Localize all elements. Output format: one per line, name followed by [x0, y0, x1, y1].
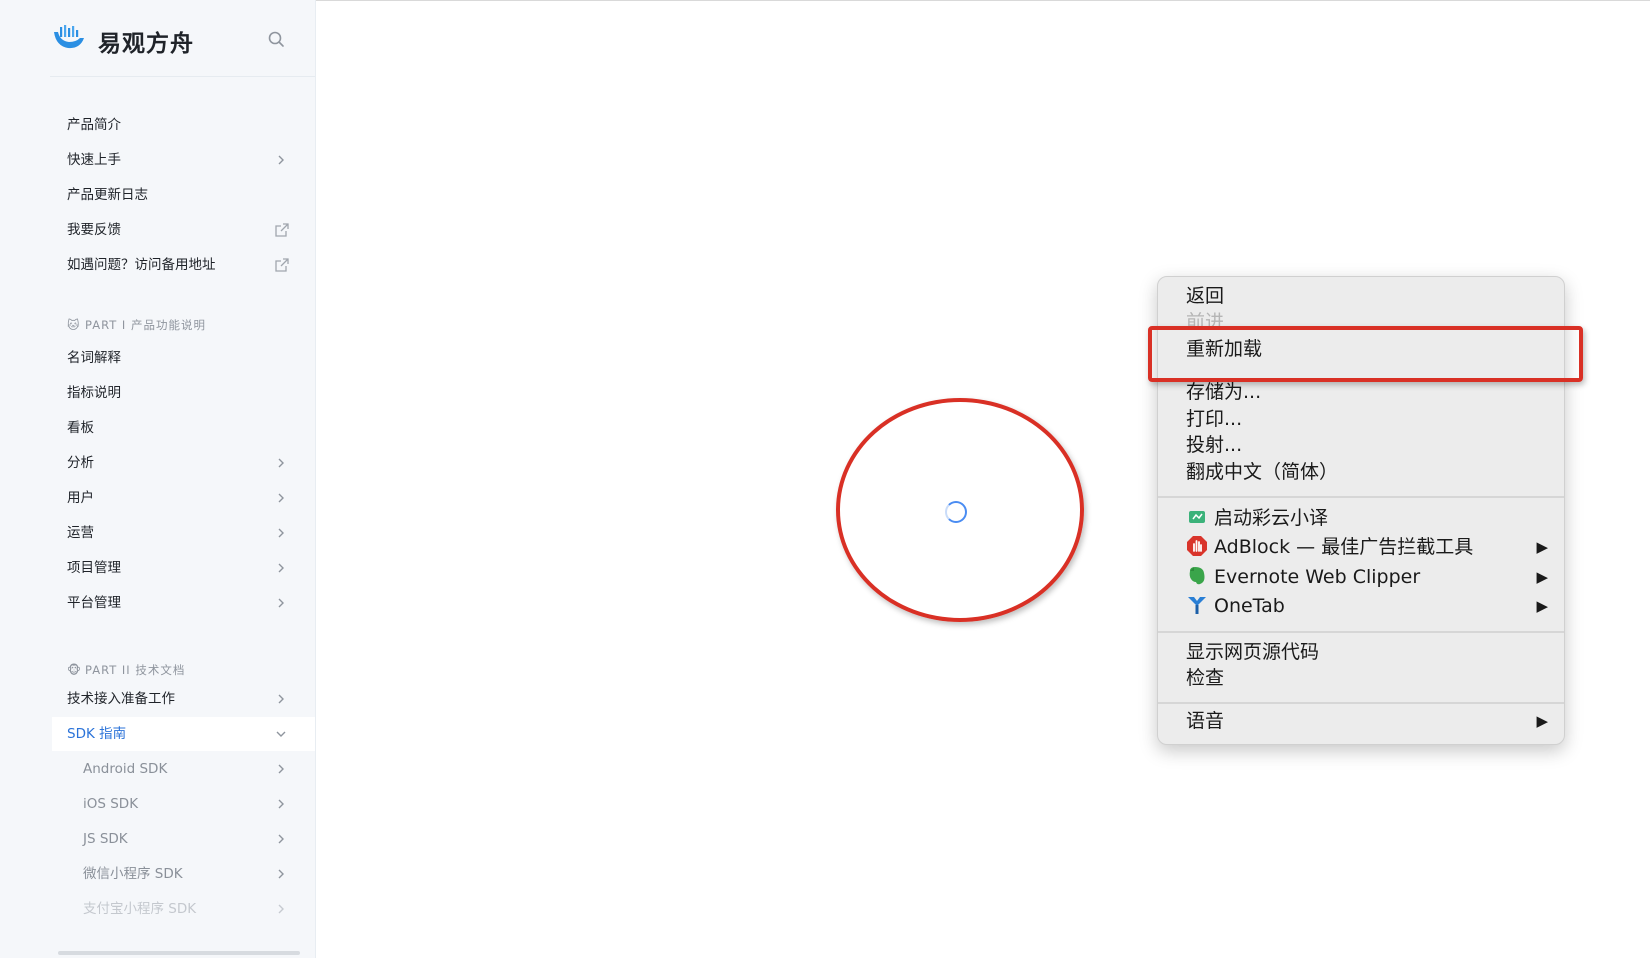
section-label: PART I 产品功能说明	[85, 318, 206, 332]
chevron-right-icon	[278, 458, 284, 468]
menu-separator	[1158, 702, 1564, 704]
sidebar-item-label: JS SDK	[83, 831, 128, 847]
caiyun-icon	[1189, 511, 1205, 523]
sidebar-item[interactable]: 名词解释	[52, 341, 315, 375]
whale-logo-icon	[54, 25, 84, 49]
chevron-right-icon	[278, 694, 284, 704]
sidebar-item[interactable]: 项目管理	[52, 551, 315, 585]
menu-item-save-as[interactable]: 存储为...	[1186, 379, 1261, 406]
submenu-arrow-icon: ▶	[1536, 712, 1548, 730]
sidebar-item[interactable]: 产品更新日志	[52, 178, 315, 212]
chevron-right-icon	[278, 155, 284, 165]
menu-item-adblock[interactable]: AdBlock — 最佳广告拦截工具	[1186, 534, 1536, 561]
menu-item-label: 启动彩云小译	[1214, 507, 1329, 529]
sidebar-item-label: 分析	[67, 455, 94, 471]
sidebar-item-label: 我要反馈	[67, 222, 121, 238]
sidebar-item-label: 支付宝小程序 SDK	[83, 901, 197, 917]
chevron-right-icon	[278, 799, 284, 809]
sidebar-item[interactable]: 分析	[52, 446, 315, 480]
menu-item-translate[interactable]: 翻成中文（简体）	[1186, 459, 1338, 486]
sidebar-item-label: 名词解释	[67, 350, 121, 366]
external-link-icon	[275, 258, 289, 272]
chevron-right-icon	[278, 598, 284, 608]
chevron-right-icon	[278, 493, 284, 503]
menu-item-back[interactable]: 返回	[1186, 283, 1224, 310]
sidebar: 易观方舟 产品简介快速上手产品更新日志 我要反馈如遇问题？访问备用地址 🐱 PART…	[0, 0, 316, 958]
submenu-arrow-icon: ▶	[1536, 597, 1548, 615]
section-header-part1: 🐱 PART I 产品功能说明	[67, 316, 206, 334]
menu-item-caiyun[interactable]: 启动彩云小译	[1186, 505, 1328, 532]
sidebar-item-label: SDK 指南	[67, 726, 127, 742]
sidebar-item-label: 指标说明	[67, 385, 121, 401]
brand-name[interactable]: 易观方舟	[98, 24, 194, 58]
submenu-arrow-icon: ▶	[1536, 568, 1548, 586]
sidebar-item-label: iOS SDK	[83, 796, 139, 812]
header-divider	[50, 76, 315, 77]
sidebar-item-label: 产品简介	[67, 117, 121, 133]
menu-item-label: Evernote Web Clipper	[1214, 566, 1421, 588]
menu-item-speech[interactable]: 语音	[1186, 708, 1224, 735]
evernote-icon	[1189, 567, 1205, 585]
onetab-icon	[1188, 597, 1206, 614]
sidebar-item-label: 微信小程序 SDK	[83, 866, 183, 882]
sidebar-item-label: 运营	[67, 525, 94, 541]
menu-item-inspect[interactable]: 检查	[1186, 665, 1224, 692]
chevron-right-icon	[278, 764, 284, 774]
cat-emoji-icon: 🐱	[67, 318, 81, 332]
sidebar-item-label: 技术接入准备工作	[67, 691, 175, 707]
sidebar-item-label: 如遇问题？访问备用地址	[67, 257, 216, 273]
sidebar-item[interactable]: SDK 指南	[52, 717, 315, 751]
annotation-highlight-box	[1148, 326, 1583, 382]
menu-item-evernote[interactable]: Evernote Web Clipper	[1186, 564, 1420, 591]
sidebar-item-label: 项目管理	[67, 560, 121, 576]
chevron-down-icon	[276, 731, 286, 737]
sidebar-item-label: 用户	[67, 490, 94, 506]
menu-item-view-source[interactable]: 显示网页源代码	[1186, 639, 1319, 666]
sidebar-item[interactable]: 产品简介	[52, 108, 315, 142]
menu-item-label: AdBlock — 最佳广告拦截工具	[1214, 536, 1474, 558]
chevron-right-icon	[278, 563, 284, 573]
brand-header: 易观方舟	[52, 20, 297, 60]
section-header-part2: 🐵 PART II 技术文档	[67, 661, 185, 679]
sidebar-item-label: 快速上手	[67, 152, 121, 168]
sidebar-item-label: 产品更新日志	[67, 187, 148, 203]
annotation-circle	[836, 398, 1084, 622]
sidebar-item[interactable]: 快速上手	[52, 143, 315, 177]
sidebar-item[interactable]: 如遇问题？访问备用地址	[52, 248, 315, 282]
menu-separator	[1158, 496, 1564, 498]
sidebar-item[interactable]: 技术接入准备工作	[52, 682, 315, 716]
sidebar-scrollbar[interactable]	[58, 951, 300, 955]
sidebar-item-label: 看板	[67, 420, 94, 436]
chevron-right-icon	[278, 869, 284, 879]
menu-item-onetab[interactable]: OneTab	[1186, 593, 1285, 620]
sidebar-subitem[interactable]: JS SDK	[52, 822, 315, 856]
submenu-arrow-icon: ▶	[1536, 538, 1548, 556]
section-label: PART II 技术文档	[85, 663, 186, 677]
sidebar-item[interactable]: 平台管理	[52, 586, 315, 620]
sidebar-subitem[interactable]: iOS SDK	[52, 787, 315, 821]
sidebar-subitem[interactable]: Android SDK	[52, 752, 315, 786]
sidebar-item[interactable]: 我要反馈	[52, 213, 315, 247]
external-link-icon	[275, 223, 289, 237]
sidebar-item-label: Android SDK	[83, 761, 168, 777]
search-icon[interactable]	[267, 30, 285, 48]
menu-separator	[1158, 631, 1564, 633]
sidebar-subitem[interactable]: 支付宝小程序 SDK	[52, 892, 315, 926]
chevron-right-icon	[278, 904, 284, 914]
sidebar-item[interactable]: 用户	[52, 481, 315, 515]
menu-item-print[interactable]: 打印...	[1186, 406, 1242, 433]
menu-item-cast[interactable]: 投射...	[1186, 432, 1242, 459]
chevron-right-icon	[278, 834, 284, 844]
sidebar-item[interactable]: 看板	[52, 411, 315, 445]
adblock-icon	[1187, 536, 1207, 556]
monkey-emoji-icon: 🐵	[67, 663, 82, 677]
sidebar-subitem[interactable]: 微信小程序 SDK	[52, 857, 315, 891]
sidebar-item[interactable]: 指标说明	[52, 376, 315, 410]
menu-item-label: OneTab	[1214, 595, 1285, 617]
sidebar-item[interactable]: 运营	[52, 516, 315, 550]
chevron-right-icon	[278, 528, 284, 538]
sidebar-item-label: 平台管理	[67, 595, 121, 611]
